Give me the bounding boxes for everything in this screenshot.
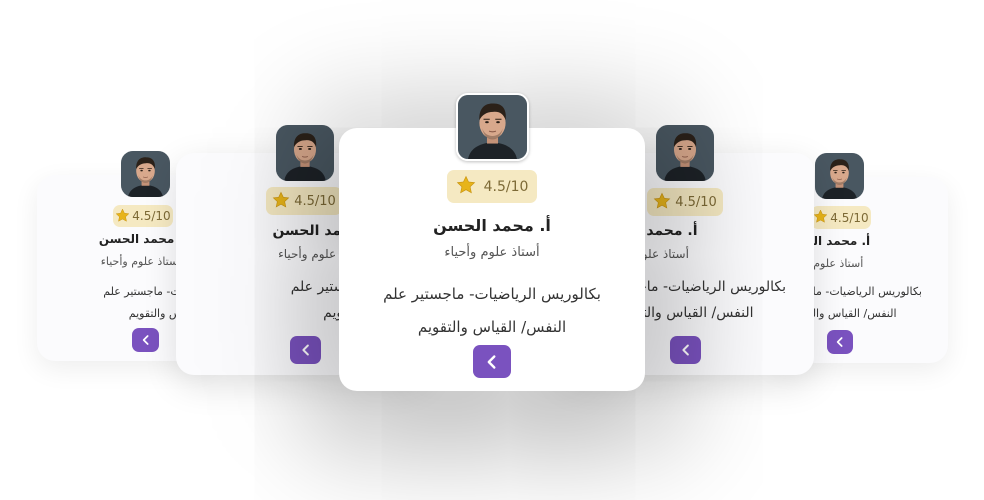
rating-badge: 4.5/10 [647, 188, 723, 216]
teacher-card-center: 4.5/10 أ. محمد الحسن أستاذ علوم وأحياء ب… [339, 128, 645, 391]
next-button[interactable] [290, 336, 321, 364]
rating-value: 4.5/10 [483, 178, 529, 195]
chevron-left-icon [138, 332, 154, 348]
star-icon [653, 192, 671, 213]
rating-badge: 4.5/10 [266, 187, 342, 215]
teacher-avatar [456, 93, 529, 161]
teacher-avatar [656, 125, 714, 181]
star-icon [813, 209, 828, 226]
rating-badge: 4.5/10 [447, 170, 537, 203]
rating-badge: 4.5/10 [113, 205, 173, 227]
teacher-name: أ. محمد الحسن [433, 216, 551, 235]
bio-line-1: بكالوريس الرياضيات- ماجستير علم [383, 285, 601, 303]
next-button[interactable] [827, 330, 853, 354]
star-icon [272, 191, 290, 212]
chevron-left-icon [677, 341, 695, 359]
teacher-role: أستاذ علوم وأحياء [444, 245, 540, 260]
next-button[interactable] [670, 336, 701, 364]
teacher-avatar [121, 151, 170, 197]
rating-value: 4.5/10 [132, 209, 171, 223]
next-button[interactable] [132, 328, 159, 352]
rating-value: 4.5/10 [675, 194, 717, 210]
chevron-left-icon [481, 351, 503, 373]
bio-line-2: النفس/ القياس والتقويم [417, 318, 567, 336]
teacher-bio: بكالوريس الرياضيات- ماجستير علم النفس/ ا… [339, 278, 645, 344]
rating-value: 4.5/10 [830, 210, 869, 225]
chevron-left-icon [832, 334, 848, 350]
star-icon [115, 208, 130, 225]
teacher-avatar [815, 153, 864, 199]
chevron-left-icon [297, 341, 315, 359]
next-button[interactable] [473, 345, 511, 378]
star-icon [456, 175, 476, 198]
teachers-carousel: 4.5/10 أ. محمد الحسن أستاذ علوم وأحياء ب… [0, 0, 984, 500]
rating-badge: 4.5/10 [811, 206, 871, 229]
rating-value: 4.5/10 [294, 193, 336, 209]
teacher-avatar [276, 125, 334, 181]
